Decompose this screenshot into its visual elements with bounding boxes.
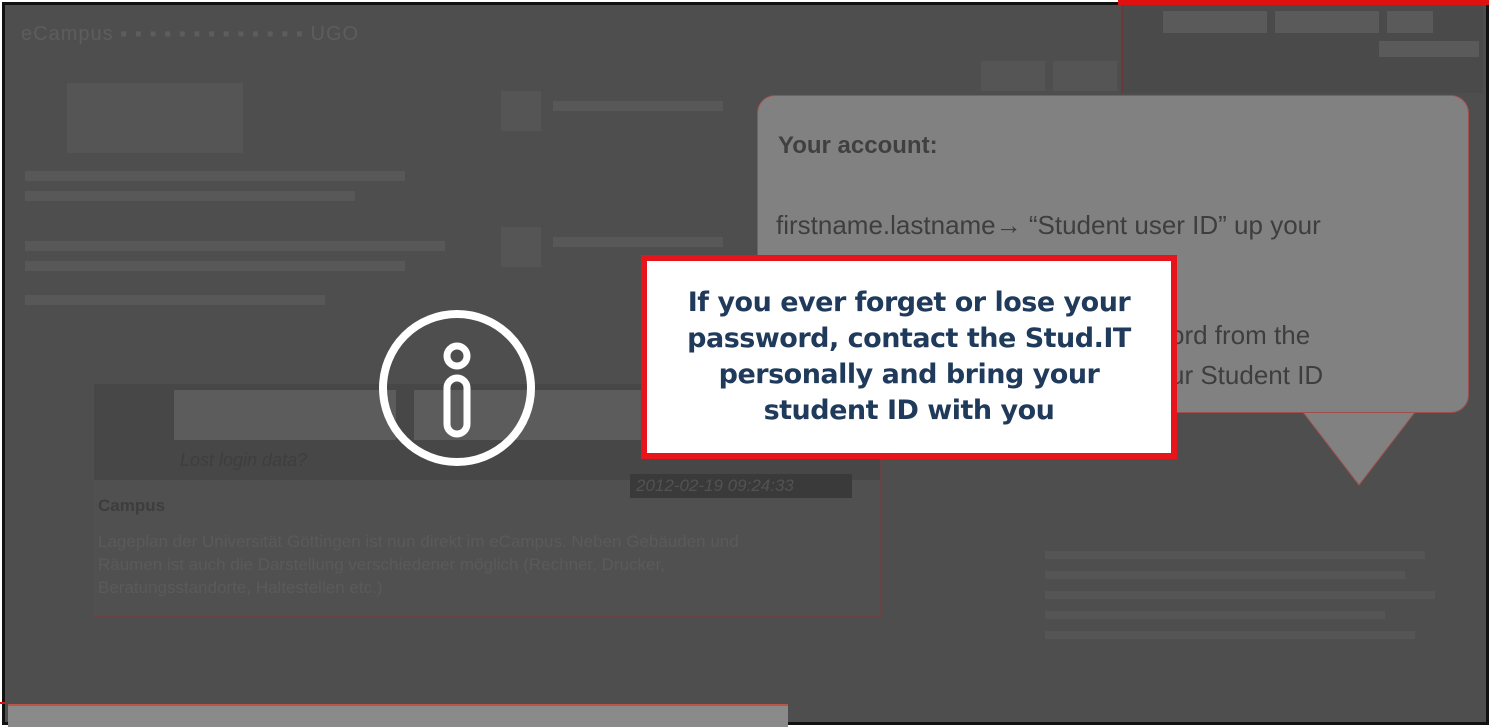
info-icon: [379, 310, 535, 466]
background-campus-text: Lageplan der Universität Göttingen ist n…: [98, 532, 739, 597]
background-text-line: [25, 191, 355, 201]
red-accent-bar-bottom: [0, 702, 6, 704]
background-lost-login-link: Lost login data?: [180, 450, 308, 470]
background-header-field: [1275, 11, 1379, 33]
background-icon-block: [501, 91, 541, 131]
background-text-line: [25, 295, 325, 305]
bubble-user-id-line: firstname.lastname→ “Student user ID” up…: [776, 210, 1321, 240]
dimmed-screenshot-frame: eCampus ▪ ▪ ▪ ▪ ▪ ▪ ▪ ▪ ▪ ▪ ▪ ▪ ▪ UGO Lo…: [2, 2, 1489, 725]
background-timestamp: 2012-02-19 09:24:33: [630, 474, 852, 498]
background-text-line: [25, 171, 405, 181]
background-nav-button: [981, 61, 1045, 91]
background-text-line: [25, 241, 445, 251]
background-header-field: [1379, 41, 1479, 57]
background-header-field: [1163, 11, 1267, 33]
background-text-line: [1045, 571, 1405, 579]
red-accent-bar-top: [1118, 0, 1489, 5]
background-page-title: eCampus ▪ ▪ ▪ ▪ ▪ ▪ ▪ ▪ ▪ ▪ ▪ ▪ ▪ UGO: [21, 23, 360, 45]
background-text-line: [1045, 591, 1435, 599]
background-header-right: [1121, 5, 1483, 93]
background-username-field: [174, 390, 396, 440]
background-text-line: [1045, 631, 1415, 639]
bottom-slide-strip: [8, 704, 788, 727]
bubble-password-line-fragment: ord from the: [1170, 320, 1311, 350]
background-text-line: [1045, 611, 1385, 619]
password-help-callout: If you ever forget or lose your password…: [641, 255, 1177, 459]
background-icon-block: [501, 227, 541, 267]
speech-bubble-tail: [1299, 407, 1419, 486]
bubble-heading: Your account:: [778, 132, 938, 159]
background-nav-button: [1053, 61, 1117, 91]
background-text-line: [1045, 551, 1425, 559]
background-text-line: [553, 237, 723, 247]
background-text-line: [553, 101, 723, 111]
background-header-field: [1387, 11, 1433, 33]
background-logo-block: [67, 83, 243, 153]
callout-text: If you ever forget or lose your password…: [687, 287, 1131, 426]
background-text-line: [25, 261, 405, 271]
background-campus-heading: Campus: [98, 496, 166, 515]
bubble-student-id-line-fragment: ur Student ID: [1170, 360, 1324, 390]
